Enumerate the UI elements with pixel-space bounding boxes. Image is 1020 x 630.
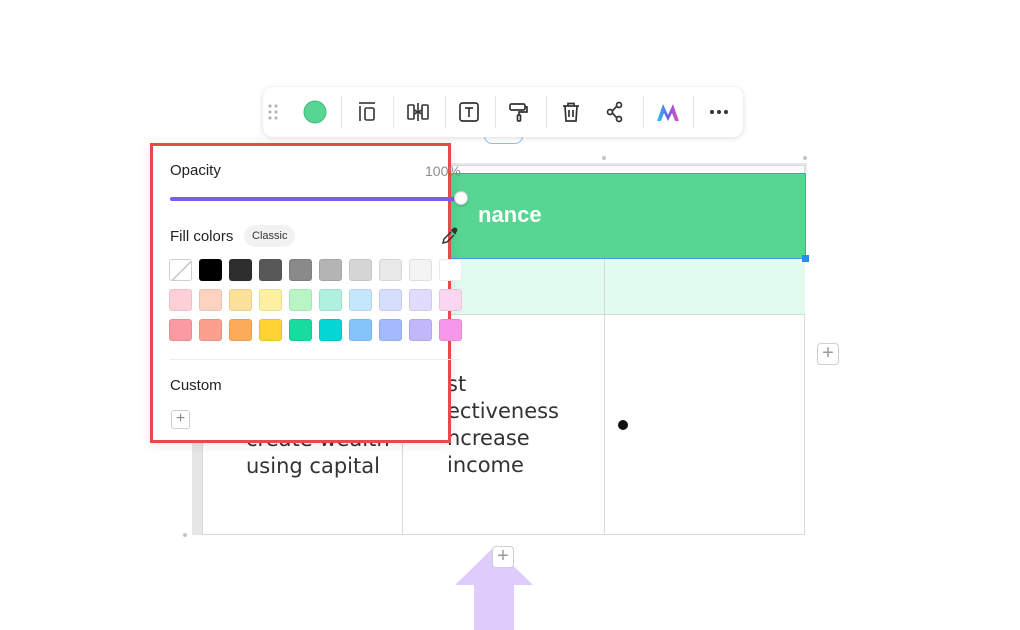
resize-dot[interactable]: [602, 156, 606, 160]
delete-icon: [563, 102, 579, 122]
color-swatch[interactable]: [409, 289, 432, 311]
toolbar-separator: [341, 96, 342, 128]
resize-dot[interactable]: [183, 533, 187, 537]
text-button[interactable]: [453, 96, 485, 128]
palette-type-badge[interactable]: Classic: [244, 225, 296, 247]
format-painter-button[interactable]: [503, 96, 535, 128]
color-swatch[interactable]: [409, 259, 432, 281]
selection-handle[interactable]: [802, 255, 809, 262]
color-swatch[interactable]: [319, 259, 342, 281]
distribute-button[interactable]: [402, 96, 434, 128]
fill-color-button[interactable]: [299, 96, 331, 128]
ai-assistant-button[interactable]: [652, 96, 684, 128]
opacity-value: 100%: [425, 163, 461, 179]
color-swatch[interactable]: [259, 289, 282, 311]
color-swatch[interactable]: [319, 289, 342, 311]
delete-button[interactable]: [555, 96, 587, 128]
toolbar-separator: [445, 96, 446, 128]
distribute-icon: [407, 103, 429, 121]
fill-colors-label: Fill colors: [170, 228, 234, 245]
toolbar-separator: [693, 96, 694, 128]
eyedropper-button[interactable]: [441, 227, 459, 245]
color-swatch[interactable]: [199, 259, 222, 281]
header-cell-text: nance: [478, 202, 542, 227]
color-swatch[interactable]: [349, 319, 372, 341]
opacity-slider-track[interactable]: [170, 197, 462, 201]
column-divider: [604, 259, 605, 535]
swatch-row: [169, 319, 464, 341]
text-icon: [459, 102, 479, 122]
align-icon: [359, 102, 375, 121]
color-swatch[interactable]: [439, 319, 462, 341]
more-button[interactable]: [703, 96, 735, 128]
color-swatch[interactable]: [169, 319, 192, 341]
fill-color-panel: Opacity 100% Fill colors Classic Custom …: [150, 143, 468, 443]
floating-toolbar: [263, 87, 743, 137]
toolbar-separator: [393, 96, 394, 128]
more-icon: [710, 110, 728, 114]
color-swatch[interactable]: [259, 319, 282, 341]
format-painter-icon: [509, 103, 528, 122]
no-fill-swatch[interactable]: [169, 259, 192, 281]
toolbar-separator: [643, 96, 644, 128]
drag-handle-icon[interactable]: [261, 96, 285, 128]
opacity-label: Opacity: [170, 162, 221, 179]
swatch-grid: [169, 259, 464, 349]
toolbar-separator: [546, 96, 547, 128]
color-swatch[interactable]: [229, 259, 252, 281]
swatch-row: [169, 259, 464, 281]
color-swatch[interactable]: [439, 259, 462, 281]
resize-dot[interactable]: [803, 156, 807, 160]
color-swatch[interactable]: [289, 319, 312, 341]
color-swatch[interactable]: [289, 289, 312, 311]
connector-button[interactable]: [600, 96, 632, 128]
align-button[interactable]: [351, 96, 383, 128]
panel-divider: [170, 359, 460, 360]
add-row-button[interactable]: +: [492, 546, 514, 568]
add-custom-color-button[interactable]: +: [171, 410, 190, 429]
custom-label: Custom: [170, 377, 222, 394]
opacity-slider-thumb[interactable]: [454, 191, 468, 205]
ai-logo-icon: [657, 104, 679, 121]
color-swatch[interactable]: [349, 259, 372, 281]
color-swatch[interactable]: [379, 319, 402, 341]
color-swatch[interactable]: [379, 259, 402, 281]
toolbar-separator: [495, 96, 496, 128]
swatch-row: [169, 289, 464, 311]
color-swatch[interactable]: [289, 259, 312, 281]
color-swatch[interactable]: [199, 289, 222, 311]
color-swatch[interactable]: [439, 289, 462, 311]
color-swatch[interactable]: [259, 259, 282, 281]
color-swatch[interactable]: [169, 289, 192, 311]
color-swatch[interactable]: [349, 289, 372, 311]
bullet-point: [618, 420, 628, 430]
add-column-button[interactable]: +: [817, 343, 839, 365]
color-swatch[interactable]: [199, 319, 222, 341]
eyedropper-icon: [441, 227, 458, 245]
color-swatch[interactable]: [379, 289, 402, 311]
color-swatch[interactable]: [229, 289, 252, 311]
color-swatch[interactable]: [319, 319, 342, 341]
color-swatch[interactable]: [409, 319, 432, 341]
color-swatch[interactable]: [229, 319, 252, 341]
table-cell-text[interactable]: st ectiveness ncrease income: [447, 371, 559, 479]
fill-color-icon: [303, 100, 327, 124]
connector-icon: [606, 101, 623, 123]
